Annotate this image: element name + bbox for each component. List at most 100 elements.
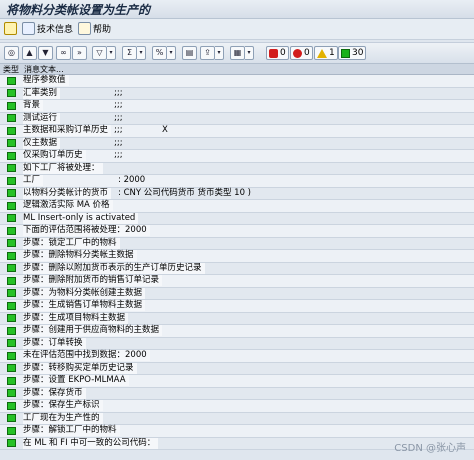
success-status-icon <box>7 264 16 272</box>
table-row[interactable]: 步骤：删除附加货币的销售订单记录 <box>0 275 474 288</box>
success-status-icon <box>7 226 16 235</box>
success-status-icon <box>7 189 16 197</box>
message-text: ML Insert-only is activated <box>23 212 139 224</box>
export-dropdown[interactable]: ▾ <box>215 46 224 60</box>
table-row[interactable]: 步骤：解锁工厂中的物料 <box>0 425 474 438</box>
warning-count: 1 <box>329 48 335 58</box>
message-text: 在 ML 和 FI 中可一致的公司代码： <box>23 437 159 449</box>
table-row[interactable]: 步骤：保存货币 <box>0 387 474 400</box>
binoculars-icon: ∞ <box>60 48 67 57</box>
message-text: 步骤：保存货币 <box>23 387 86 399</box>
list-header: 类型 消息文本... <box>0 64 474 75</box>
sort-asc-button[interactable]: ▲ <box>22 46 37 60</box>
message-text: 步骤：解锁工厂中的物料 <box>23 425 120 436</box>
total-dropdown[interactable]: ▾ <box>137 46 146 60</box>
find-button[interactable]: ∞ <box>56 46 71 60</box>
table-row[interactable]: 步骤：创建用于供应商物料的主数据 <box>0 325 474 338</box>
column-message-header[interactable]: 消息文本... <box>24 64 64 75</box>
help-button[interactable]: 帮助 <box>78 21 111 36</box>
success-status-icon <box>7 314 16 322</box>
page-title: 将物料分类帐设置为生产的 <box>6 3 151 17</box>
table-row[interactable]: 步骤：删除以附加货币表示的生产订单历史记录 <box>0 262 474 275</box>
message-value: ;;; <box>114 137 123 148</box>
message-text: 主数据和采购订单历史 <box>23 125 112 136</box>
filter-error-button[interactable]: 0 <box>290 46 313 60</box>
message-text: 步骤：删除附加货币的销售订单记录 <box>23 275 163 286</box>
tech-info-button[interactable]: 技术信息 <box>22 21 73 36</box>
message-text: 下面的评估范围将被处理：2000 <box>23 225 150 236</box>
table-row[interactable]: 未在评估范围中找到数据：2000 <box>0 350 474 363</box>
table-row[interactable]: 步骤：订单转换 <box>0 337 474 350</box>
message-text: 仅主数据 <box>23 137 61 149</box>
subtotal-dropdown[interactable]: ▾ <box>167 46 176 60</box>
filter-icon: ▽ <box>96 48 103 57</box>
filter-warning-button[interactable]: 1 <box>314 46 338 60</box>
message-text: 步骤：保存生产标识 <box>23 400 103 411</box>
details-button[interactable]: ◎ <box>4 46 19 60</box>
table-row[interactable]: ML Insert-only is activated <box>0 212 474 225</box>
success-status-icon <box>7 389 16 397</box>
filter-dropdown[interactable]: ▾ <box>107 46 116 60</box>
success-status-icon <box>7 176 16 185</box>
filter-button[interactable]: ▽ <box>92 46 107 60</box>
message-value: ;;; <box>114 125 123 135</box>
table-row[interactable]: 下面的评估范围将被处理：2000 <box>0 225 474 238</box>
table-row[interactable]: 步骤：删除物料分类帐主数据 <box>0 250 474 263</box>
back-button[interactable] <box>4 21 19 36</box>
chevron-down-icon: ▾ <box>217 49 221 56</box>
stop-count: 0 <box>280 48 286 58</box>
table-row[interactable]: 如下工厂将被处理： <box>0 162 474 175</box>
table-row[interactable]: 背景;;; <box>0 100 474 113</box>
table-row[interactable]: 步骤：锁定工厂中的物料 <box>0 237 474 250</box>
help-label: 帮助 <box>93 25 112 35</box>
chevron-down-icon: ▾ <box>109 49 113 56</box>
message-text: 步骤：创建用于供应商物料的主数据 <box>23 325 163 336</box>
table-row[interactable]: 主数据和采购订单历史;;; X <box>0 125 474 138</box>
table-row[interactable]: 步骤：转移购买定单历史记录 <box>0 362 474 375</box>
total-button[interactable]: Σ <box>122 46 137 60</box>
table-row[interactable]: 仅采购订单历史;;; <box>0 150 474 163</box>
message-text: 步骤：订单转换 <box>23 337 86 349</box>
table-row[interactable]: 步骤：为物料分类帐创建主数据 <box>0 287 474 300</box>
table-row[interactable]: 仅主数据;;; <box>0 137 474 150</box>
sort-desc-button[interactable]: ▼ <box>38 46 53 60</box>
details-icon: ◎ <box>8 48 15 57</box>
success-status-icon <box>7 289 16 297</box>
table-row[interactable]: 以物料分类帐计的货币: CNY 公司代码货币 货币类型 10 ) <box>0 187 474 200</box>
table-row[interactable]: 步骤：生成销售订单物料主数据 <box>0 300 474 313</box>
message-text: 步骤：删除以附加货币表示的生产订单历史记录 <box>23 262 205 274</box>
table-row[interactable]: 步骤：保存生产标识 <box>0 400 474 413</box>
print-preview-button[interactable]: ▤ <box>182 46 197 60</box>
glasses-icon <box>4 22 17 35</box>
layout-button[interactable]: ▦ <box>230 46 245 60</box>
success-status-icon <box>7 101 16 110</box>
table-row[interactable]: 步骤：设置 EKPO-MLMAA <box>0 375 474 388</box>
success-status-icon <box>7 326 16 335</box>
table-row[interactable]: 工厂: 2000 <box>0 175 474 188</box>
success-status-icon <box>7 126 16 135</box>
success-status-icon <box>7 414 16 422</box>
layout-dropdown[interactable]: ▾ <box>245 46 254 60</box>
success-status-icon <box>7 426 16 435</box>
print-preview-icon: ▤ <box>185 48 194 57</box>
message-text: 步骤：锁定工厂中的物料 <box>23 237 120 249</box>
success-status-icon <box>7 164 16 172</box>
table-row[interactable]: 程序参数值 <box>0 75 474 88</box>
success-status-icon <box>7 401 16 410</box>
table-row[interactable]: 测试运行;;; <box>0 112 474 125</box>
binoculars-next-icon: » <box>77 48 82 57</box>
export-button[interactable]: ⇪ <box>200 46 215 60</box>
success-status-icon <box>7 439 16 447</box>
column-type-header[interactable]: 类型 <box>3 64 19 75</box>
table-row[interactable]: 步骤：生成项目物料主数据 <box>0 312 474 325</box>
table-row[interactable]: 工厂现在为生产性的 <box>0 412 474 425</box>
table-row[interactable]: 汇率类别;;; <box>0 87 474 100</box>
filter-stop-button[interactable]: 0 <box>266 46 289 60</box>
filter-success-button[interactable]: 30 <box>338 46 367 60</box>
find-next-button[interactable]: » <box>72 46 87 60</box>
table-row[interactable]: 逻辑激活实际 MA 价格 <box>0 200 474 213</box>
message-value: ;;; <box>114 150 123 160</box>
message-text: 未在评估范围中找到数据：2000 <box>23 350 150 361</box>
sort-descending-icon: ▼ <box>42 48 49 57</box>
subtotal-button[interactable]: % <box>152 46 167 60</box>
